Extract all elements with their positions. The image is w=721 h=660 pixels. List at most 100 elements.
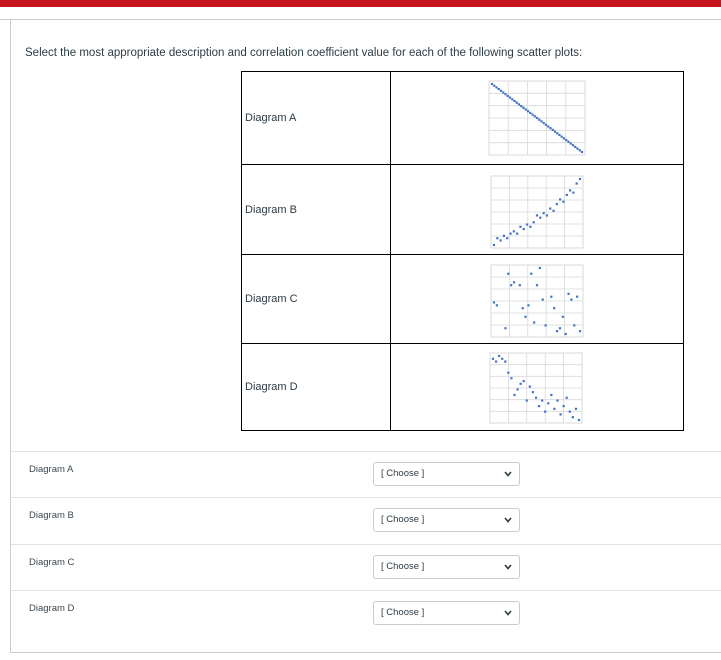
select-diagram-a[interactable]: [ Choose ] bbox=[373, 462, 520, 486]
scatter-point bbox=[574, 145, 577, 148]
divider bbox=[11, 451, 721, 452]
scatter-plot-b bbox=[490, 175, 584, 249]
scatter-point bbox=[577, 418, 581, 422]
scatter-point bbox=[544, 123, 548, 126]
scatter-point bbox=[534, 396, 538, 399]
select-value: [ Choose ] bbox=[381, 468, 425, 479]
scatter-point bbox=[553, 307, 556, 310]
scatter-point bbox=[571, 144, 575, 147]
scatter-point bbox=[502, 234, 506, 237]
scatter-point bbox=[538, 118, 541, 121]
scatter-point bbox=[498, 354, 501, 358]
scatter-point bbox=[544, 410, 547, 413]
scatter-point bbox=[506, 237, 509, 240]
divider bbox=[11, 544, 721, 545]
scatter-plot-c bbox=[490, 264, 584, 338]
diagram-label: Diagram C bbox=[241, 254, 391, 344]
scatter-point bbox=[502, 91, 505, 94]
scatter-point bbox=[547, 402, 550, 405]
scatter-point bbox=[559, 198, 562, 201]
scatter-point bbox=[501, 357, 504, 360]
scatter-point bbox=[516, 388, 519, 391]
scatter-point bbox=[569, 142, 572, 145]
scatter-point bbox=[561, 315, 564, 318]
scatter-point bbox=[513, 99, 516, 103]
scatter-point bbox=[513, 393, 516, 397]
diagram-plot-c bbox=[390, 254, 684, 344]
select-value: [ Choose ] bbox=[381, 514, 425, 525]
scatter-point bbox=[558, 133, 561, 137]
scatter-point bbox=[504, 93, 507, 96]
scatter-point bbox=[535, 214, 539, 217]
scatter-point bbox=[547, 125, 550, 128]
scatter-point bbox=[511, 98, 514, 101]
scatter-point bbox=[507, 371, 510, 374]
scatter-point bbox=[517, 103, 521, 106]
chevron-down-icon bbox=[504, 564, 512, 570]
scatter-point bbox=[559, 413, 562, 416]
diagram-table: Diagram A Diagram B Diagram C Diagram D bbox=[241, 71, 684, 431]
scatter-point bbox=[510, 284, 513, 287]
answer-label-d: Diagram D bbox=[29, 603, 75, 614]
scatter-point bbox=[555, 330, 559, 333]
scatter-point bbox=[525, 399, 528, 402]
chevron-down-icon bbox=[504, 610, 512, 616]
scatter-point bbox=[550, 295, 553, 298]
scatter-point bbox=[499, 89, 503, 92]
diagram-row: Diagram C bbox=[241, 254, 684, 344]
select-value: [ Choose ] bbox=[381, 561, 425, 572]
scatter-point bbox=[522, 379, 525, 383]
scatter-point bbox=[571, 416, 574, 419]
scatter-point bbox=[541, 399, 544, 402]
scatter-point bbox=[570, 298, 573, 301]
scatter-point bbox=[551, 128, 554, 131]
scatter-plot-a bbox=[488, 80, 586, 156]
scatter-point bbox=[565, 193, 568, 197]
scatter-plot-d bbox=[489, 352, 583, 424]
select-diagram-d[interactable]: [ Choose ] bbox=[373, 601, 520, 625]
select-diagram-b[interactable]: [ Choose ] bbox=[373, 508, 520, 532]
diagram-row: Diagram A bbox=[241, 71, 684, 165]
scatter-point bbox=[504, 327, 507, 330]
scatter-point bbox=[567, 140, 570, 143]
scatter-point bbox=[493, 84, 496, 87]
scatter-point bbox=[508, 96, 512, 99]
scatter-point bbox=[568, 410, 571, 413]
scatter-point bbox=[549, 207, 552, 210]
scatter-point bbox=[562, 200, 565, 203]
scatter-point bbox=[520, 105, 523, 108]
answer-label-a: Diagram A bbox=[29, 464, 74, 475]
question-prompt: Select the most appropriate description … bbox=[25, 47, 583, 59]
diagram-row: Diagram D bbox=[241, 343, 684, 431]
scatter-point bbox=[529, 111, 532, 114]
scatter-point bbox=[573, 324, 576, 327]
scatter-point bbox=[490, 82, 494, 86]
scatter-point bbox=[538, 266, 541, 270]
scatter-point bbox=[553, 407, 556, 410]
scatter-point bbox=[496, 237, 499, 240]
select-diagram-c[interactable]: [ Choose ] bbox=[373, 555, 520, 579]
scatter-point bbox=[580, 150, 584, 154]
scatter-point bbox=[539, 216, 542, 219]
scatter-point bbox=[550, 393, 553, 397]
scatter-point bbox=[527, 304, 530, 307]
scatter-point bbox=[529, 225, 532, 228]
diagram-plot-d bbox=[390, 343, 684, 431]
scatter-point bbox=[575, 182, 578, 185]
scatter-point bbox=[565, 396, 568, 399]
scatter-point bbox=[562, 404, 565, 408]
scatter-point bbox=[574, 407, 578, 410]
scatter-point bbox=[495, 86, 498, 89]
scatter-point bbox=[544, 324, 547, 327]
scatter-point bbox=[537, 404, 541, 408]
scatter-point bbox=[532, 221, 535, 224]
scatter-point bbox=[525, 223, 529, 226]
scatter-point bbox=[519, 382, 522, 385]
diagram-label: Diagram A bbox=[241, 71, 391, 165]
scatter-point bbox=[553, 130, 557, 133]
answer-label-c: Diagram C bbox=[29, 557, 75, 568]
scatter-point bbox=[512, 281, 516, 284]
top-accent-bar bbox=[0, 0, 721, 7]
chevron-down-icon bbox=[504, 471, 512, 477]
scatter-point bbox=[578, 177, 582, 181]
